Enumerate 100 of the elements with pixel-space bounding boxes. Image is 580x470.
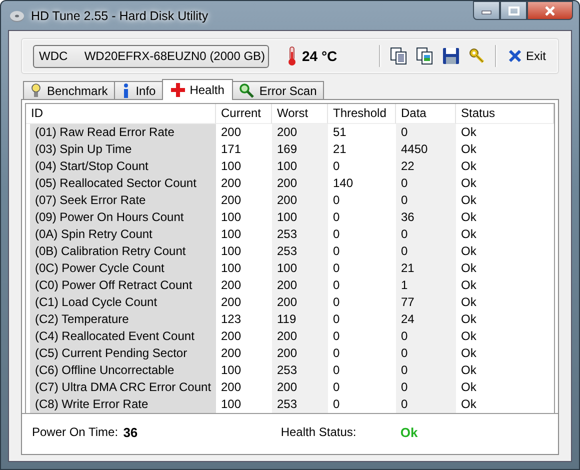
- column-header[interactable]: ID: [26, 104, 216, 124]
- table-cell-text: 0: [332, 311, 341, 328]
- table-cell-text: 100: [220, 226, 242, 243]
- table-cell: 200: [272, 124, 328, 141]
- lightbulb-icon: [30, 82, 42, 98]
- table-cell-text: Ok: [460, 379, 478, 396]
- copy-icon[interactable]: [390, 46, 408, 66]
- table-cell: 200: [272, 328, 328, 345]
- table-cell: 22: [396, 158, 456, 175]
- maximize-button[interactable]: [500, 1, 527, 20]
- table-cell-text: Ok: [460, 141, 478, 158]
- table-cell-text: 0: [332, 158, 341, 175]
- table-cell-text: Ok: [460, 226, 478, 243]
- window-title: HD Tune 2.55 - Hard Disk Utility: [31, 8, 208, 22]
- table-cell: 0: [396, 362, 456, 379]
- table-cell: (C4) Reallocated Event Count: [30, 328, 216, 345]
- copy-screenshot-icon[interactable]: [416, 46, 434, 66]
- table-cell-text: 0: [332, 192, 341, 209]
- table-cell: 200: [272, 379, 328, 396]
- tab[interactable]: Error Scan: [232, 81, 324, 99]
- exit-button[interactable]: Exit: [506, 47, 548, 65]
- tab[interactable]: Info: [114, 81, 163, 99]
- close-button[interactable]: [527, 1, 573, 20]
- table-cell: (09) Power On Hours Count: [30, 209, 216, 226]
- tab[interactable]: Health: [162, 79, 234, 100]
- table-cell-text: 0: [332, 243, 341, 260]
- table-cell: (01) Raw Read Error Rate: [30, 124, 216, 141]
- table-cell: 200: [272, 294, 328, 311]
- table-cell-text: 171: [220, 141, 242, 158]
- table-cell: 4450: [396, 141, 456, 158]
- column-header[interactable]: Status: [456, 104, 554, 124]
- table-cell-text: 200: [220, 175, 242, 192]
- table-cell-text: Ok: [460, 345, 478, 362]
- table-cell: (C5) Current Pending Sector: [30, 345, 216, 362]
- table-cell: 0: [396, 124, 456, 141]
- table-cell-text: 200: [220, 379, 242, 396]
- table-cell-text: 0: [332, 328, 341, 345]
- close-icon: [544, 6, 556, 16]
- power-on-label: Power On Time:: [32, 425, 120, 439]
- table-cell-text: 0: [332, 260, 341, 277]
- table-cell-text: 200: [220, 277, 242, 294]
- table-cell: 200: [272, 192, 328, 209]
- table-cell-text: 100: [220, 260, 242, 277]
- table-cell: 100: [272, 158, 328, 175]
- table-cell-text: 200: [220, 124, 242, 141]
- table-cell: (0C) Power Cycle Count: [30, 260, 216, 277]
- table-cell-text: Ok: [460, 209, 478, 226]
- power-on-value: 36: [123, 424, 139, 440]
- table-cell: 24: [396, 311, 456, 328]
- table-cell: 253: [272, 226, 328, 243]
- table-cell-text: 140: [332, 175, 354, 192]
- table-cell: 0: [396, 345, 456, 362]
- close-icon: [508, 49, 522, 63]
- magnifier-icon: [239, 83, 254, 98]
- table-cell: (03) Spin Up Time: [30, 141, 216, 158]
- column-header[interactable]: Current: [216, 104, 272, 124]
- table-cell-text: 100: [220, 396, 242, 413]
- tab[interactable]: Benchmark: [23, 81, 115, 99]
- table-cell: (05) Reallocated Sector Count: [30, 175, 216, 192]
- save-icon[interactable]: [442, 46, 460, 66]
- table-cell: 100: [272, 260, 328, 277]
- table-cell-text: Ok: [460, 124, 478, 141]
- table-cell-text: 21: [332, 141, 348, 158]
- maximize-icon: [508, 6, 520, 16]
- table-cell-text: Ok: [460, 260, 478, 277]
- minimize-button[interactable]: [473, 1, 500, 20]
- table-cell-text: 0: [332, 294, 341, 311]
- table-cell-text: 0: [332, 396, 341, 413]
- table-cell: (07) Seek Error Rate: [30, 192, 216, 209]
- table-cell-text: 100: [220, 209, 242, 226]
- table-cell: 200: [272, 277, 328, 294]
- table-cell: 0: [396, 243, 456, 260]
- table-cell-text: Ok: [460, 158, 478, 175]
- column-header[interactable]: Threshold: [328, 104, 396, 124]
- health-status-value: Ok: [400, 424, 419, 440]
- column-header[interactable]: Worst: [272, 104, 328, 124]
- table-cell: (C2) Temperature: [30, 311, 216, 328]
- table-cell: 21: [396, 260, 456, 277]
- table-cell: 253: [272, 243, 328, 260]
- table-cell: 77: [396, 294, 456, 311]
- table-cell: 0: [396, 328, 456, 345]
- table-cell: 253: [272, 396, 328, 413]
- table-cell: 0: [396, 379, 456, 396]
- table-cell: 253: [272, 362, 328, 379]
- table-cell-text: 200: [220, 328, 242, 345]
- table-cell: (04) Start/Stop Count: [30, 158, 216, 175]
- table-cell-text: Ok: [460, 192, 478, 209]
- table-cell-text: 100: [220, 243, 242, 260]
- column-header[interactable]: Data: [396, 104, 456, 124]
- table-cell-text: 0: [332, 277, 341, 294]
- table-cell: (C7) Ultra DMA CRC Error Count: [30, 379, 216, 396]
- table-cell: (C8) Write Error Rate: [30, 396, 216, 413]
- table-cell: 0: [396, 226, 456, 243]
- drive-dropdown[interactable]: WDC WD20EFRX-68EUZN0 (2000 GB): [33, 44, 269, 68]
- table-cell-text: 100: [220, 158, 242, 175]
- table-cell: 200: [272, 175, 328, 192]
- table-cell: 1: [396, 277, 456, 294]
- table-cell: (0B) Calibration Retry Count: [30, 243, 216, 260]
- table-cell: (C1) Load Cycle Count: [30, 294, 216, 311]
- table-cell-text: 0: [332, 345, 341, 362]
